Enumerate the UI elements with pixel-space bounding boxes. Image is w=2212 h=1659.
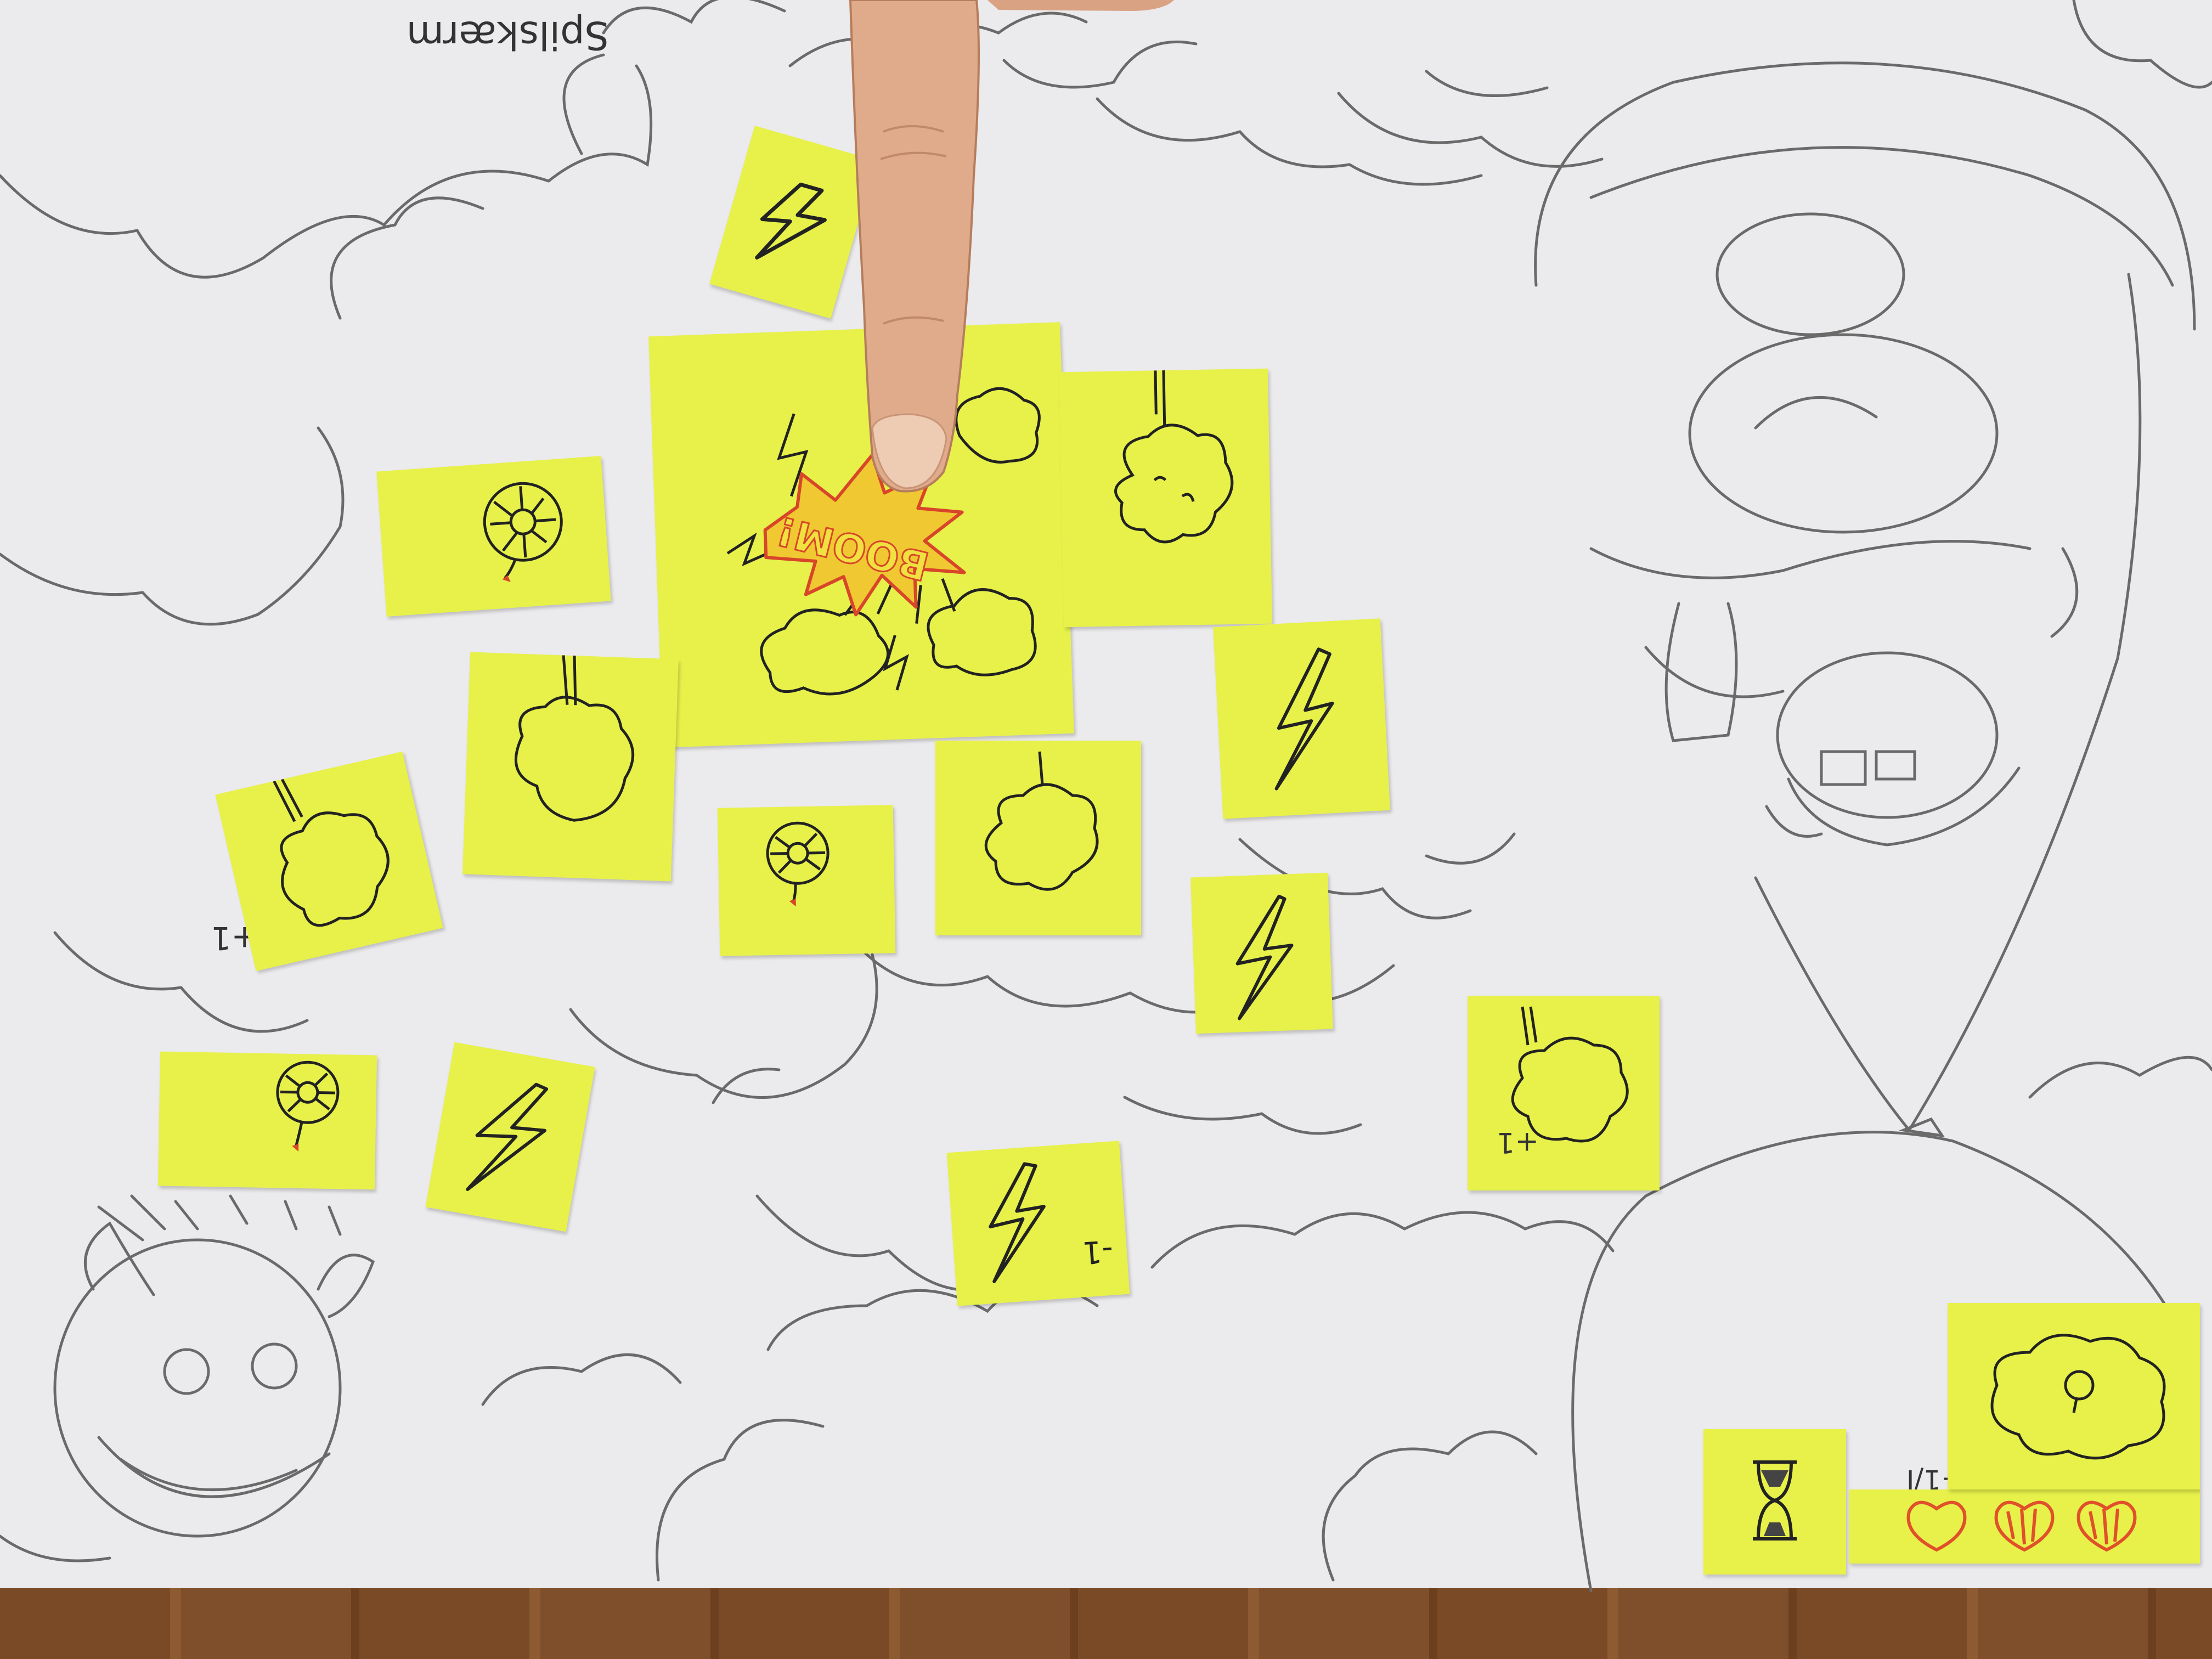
spider-icon [276, 1060, 340, 1148]
timer-card [1703, 1429, 1846, 1575]
heart-icon [1994, 1500, 2055, 1552]
heart-icon [1906, 1500, 1967, 1552]
lightning-bolt-icon [1274, 647, 1334, 791]
balloon-string-icon [273, 778, 303, 822]
cloud-balloon-card[interactable] [1059, 368, 1273, 628]
balloon-string-icon [1154, 370, 1166, 426]
cloud-icon [1114, 424, 1234, 544]
plus-one-label: +1 [1497, 1126, 1539, 1159]
spider-icon [483, 482, 563, 579]
cloud-icon [1990, 1334, 2166, 1460]
screen-title-text: Spilskærm [407, 13, 609, 58]
minus-one-label: -1 [1081, 1233, 1114, 1271]
lightning-bolt-icon [466, 1082, 549, 1191]
balloon-string-icon [1038, 751, 1044, 785]
cloud-balloon-card[interactable]: +1 [1468, 996, 1660, 1190]
cloud-balloon-card[interactable] [462, 652, 679, 882]
cloud-icon [927, 588, 1037, 676]
heart-icon [2076, 1500, 2137, 1552]
spider-balloon-card[interactable] [376, 456, 611, 617]
cloud-balloon-card[interactable] [935, 741, 1141, 935]
next-balloon-preview-card [1948, 1303, 2200, 1489]
cloud-icon [1511, 1036, 1629, 1143]
lightning-card[interactable] [1190, 872, 1333, 1034]
lives-bar [1849, 1489, 2200, 1564]
lightning-card[interactable] [425, 1042, 595, 1232]
lightning-card[interactable] [1213, 618, 1390, 819]
cloud-icon [514, 696, 635, 822]
cloud-icon [760, 608, 889, 696]
cloud-icon [984, 783, 1099, 891]
hourglass-icon [1753, 1460, 1797, 1541]
balloon-string-icon [1521, 1006, 1538, 1046]
spider-balloon-card[interactable] [717, 805, 896, 956]
cloud-icon [280, 811, 390, 927]
game-board: Spilskærm +1 +1/I BOOM! +1 -1 [0, 0, 2212, 1659]
spider-icon [766, 821, 830, 904]
lightning-bolt-icon [1235, 894, 1294, 1020]
explosion-illustration: BOOM! [726, 387, 1041, 696]
spider-balloon-card[interactable] [157, 1051, 377, 1190]
cloud-icon [955, 387, 1041, 464]
boom-explosion-card[interactable]: BOOM! [648, 322, 1074, 748]
lightning-minus-card[interactable]: -1 [946, 1141, 1130, 1306]
lightning-bolt-icon [989, 1162, 1046, 1283]
